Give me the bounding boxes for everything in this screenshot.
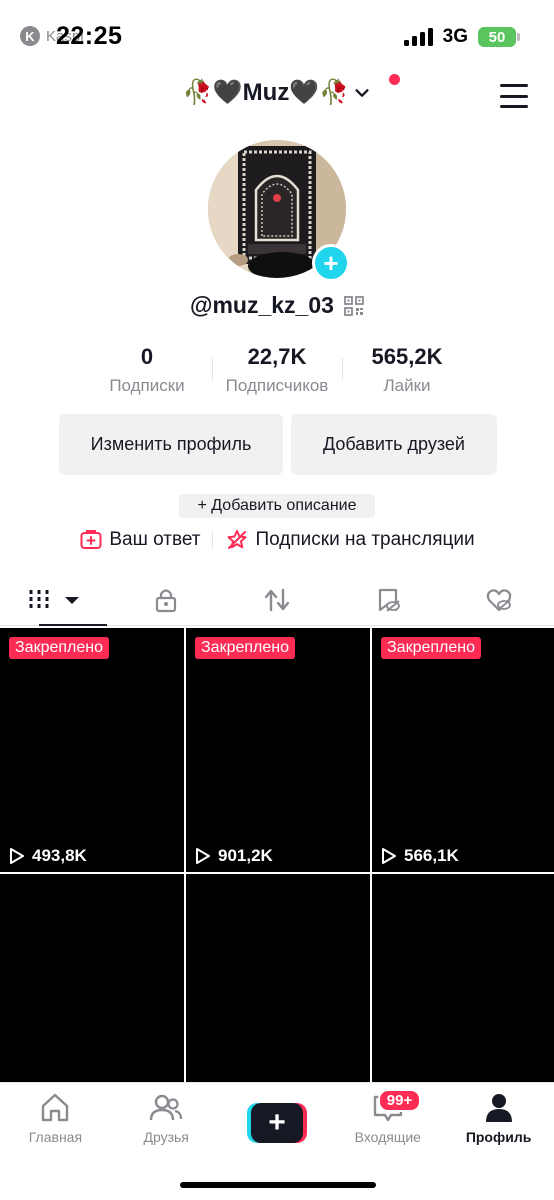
likes-label: Лайки <box>383 376 431 395</box>
account-name: 🥀🖤Muz🖤🥀 <box>182 79 350 106</box>
your-answer-link[interactable]: Ваш ответ <box>79 528 200 552</box>
tab-private[interactable] <box>111 574 222 625</box>
stat-followers[interactable]: 22,7K Подписчиков <box>212 344 342 396</box>
tab-saved[interactable] <box>332 574 443 625</box>
likes-count: 565,2K <box>371 344 443 369</box>
inbox-badge: 99+ <box>377 1089 422 1112</box>
video-tile[interactable]: Закреплено 493,8K <box>0 628 184 872</box>
lock-icon <box>156 588 177 612</box>
tab-liked[interactable] <box>443 574 554 625</box>
kaspi-app-icon: K <box>20 26 40 46</box>
add-avatar-button[interactable]: + <box>312 244 350 282</box>
view-count-value: 901,2K <box>218 846 273 865</box>
nav-inbox[interactable]: 99+ Входящие <box>332 1089 443 1145</box>
profile-actions: Изменить профиль Добавить друзей <box>59 414 497 475</box>
profile-icon <box>485 1094 512 1122</box>
plus-icon: + <box>250 1103 303 1143</box>
nav-friends-label: Друзья <box>143 1129 189 1145</box>
signal-icon <box>403 28 433 46</box>
username-row: @muz_kz_03 <box>0 292 554 319</box>
pinned-badge: Закреплено <box>195 637 295 659</box>
bottom-nav: Главная Друзья + 99+ Входящие Профиль <box>0 1082 554 1200</box>
add-bio-button[interactable]: + Добавить описание <box>179 494 375 518</box>
profile-header: 🥀🖤Muz🖤🥀 <box>0 70 554 126</box>
status-bar: K Kaspi 22:25 3G 50 <box>0 0 554 70</box>
network-type: 3G <box>442 26 468 47</box>
grid-icon <box>29 589 80 610</box>
view-count: 493,8K <box>8 846 87 866</box>
tab-videos[interactable] <box>0 574 111 626</box>
nav-inbox-label: Входящие <box>354 1129 421 1145</box>
video-tile[interactable] <box>0 874 184 1082</box>
question-box-icon <box>80 530 102 549</box>
friends-icon <box>149 1094 183 1121</box>
live-subscriptions-label: Подписки на трансляции <box>255 529 475 550</box>
heart-hidden-icon <box>486 588 511 611</box>
username: @muz_kz_03 <box>190 292 334 318</box>
following-count: 0 <box>140 344 154 369</box>
add-friends-button[interactable]: Добавить друзей <box>291 414 497 475</box>
content-tabs <box>0 574 554 626</box>
video-tile[interactable] <box>372 874 554 1082</box>
video-grid: Закреплено 493,8K Закреплено 901,2K Закр… <box>0 628 554 1082</box>
stat-likes[interactable]: 565,2K Лайки <box>342 344 472 396</box>
play-icon <box>196 848 210 864</box>
view-count: 901,2K <box>194 846 273 866</box>
nav-create[interactable]: + <box>222 1091 333 1143</box>
repost-icon <box>264 588 290 611</box>
video-tile[interactable]: Закреплено 901,2K <box>186 628 370 872</box>
view-count-value: 493,8K <box>32 846 87 865</box>
video-tile[interactable] <box>186 874 370 1082</box>
menu-icon[interactable] <box>500 84 528 108</box>
nav-home[interactable]: Главная <box>0 1091 111 1145</box>
following-label: Подписки <box>109 376 185 395</box>
profile-stats: 0 Подписки 22,7K Подписчиков 565,2K Лайк… <box>0 344 554 396</box>
account-switcher[interactable]: 🥀🖤Muz🖤🥀 <box>0 78 554 107</box>
pinned-badge: Закреплено <box>9 637 109 659</box>
pinned-badge: Закреплено <box>381 637 481 659</box>
profile-links: Ваш ответ Подписки на трансляции <box>0 528 554 552</box>
nav-home-label: Главная <box>28 1129 83 1145</box>
nav-friends[interactable]: Друзья <box>111 1091 222 1145</box>
live-subscriptions-icon <box>227 530 247 549</box>
stat-following[interactable]: 0 Подписки <box>82 344 212 396</box>
nav-profile[interactable]: Профиль <box>443 1091 554 1145</box>
status-time: 22:25 <box>56 22 123 50</box>
home-icon <box>42 1093 69 1122</box>
view-count: 566,1K <box>380 846 459 866</box>
status-indicators: 3G 50 <box>403 26 520 48</box>
followers-count: 22,7K <box>247 344 307 369</box>
play-icon <box>10 848 24 864</box>
edit-profile-button[interactable]: Изменить профиль <box>59 414 283 475</box>
view-count-value: 566,1K <box>404 846 459 865</box>
live-subscriptions-link[interactable]: Подписки на трансляции <box>225 528 475 552</box>
battery-icon: 50 <box>478 27 520 47</box>
followers-label: Подписчиков <box>225 376 329 395</box>
chevron-down-icon <box>355 88 369 97</box>
notification-dot <box>389 74 400 85</box>
links-divider <box>212 531 214 549</box>
tab-reposts[interactable] <box>222 574 333 625</box>
play-icon <box>382 848 396 864</box>
bookmark-hidden-icon <box>378 588 400 612</box>
create-button[interactable]: + <box>246 1103 307 1143</box>
qr-code-icon[interactable] <box>344 295 364 316</box>
video-tile[interactable]: Закреплено 566,1K <box>372 628 554 872</box>
nav-profile-label: Профиль <box>465 1129 532 1145</box>
home-indicator <box>180 1182 376 1188</box>
your-answer-label: Ваш ответ <box>109 529 201 550</box>
